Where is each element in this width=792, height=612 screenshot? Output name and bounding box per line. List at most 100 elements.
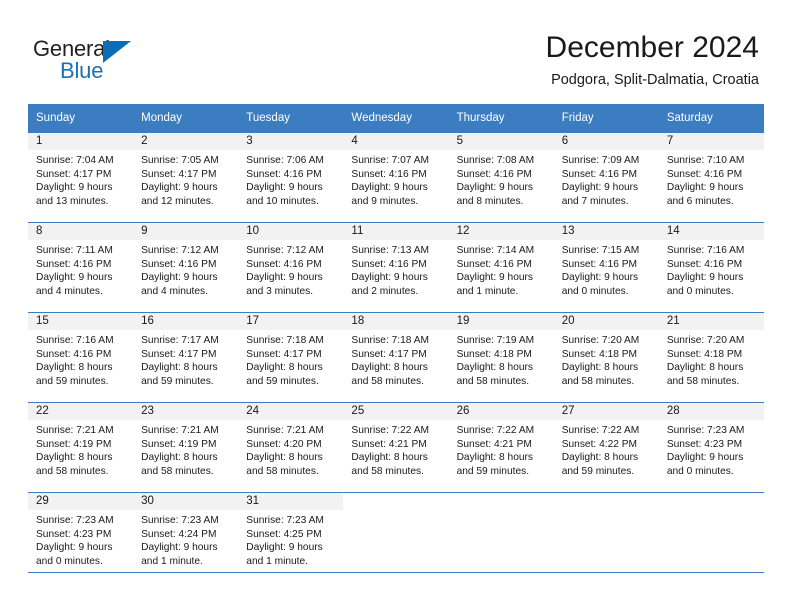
title-block: December 2024 Podgora, Split-Dalmatia, C… [299,30,759,89]
day-cell[interactable]: 20 Sunrise: 7:20 AM Sunset: 4:18 PM Dayl… [553,312,659,403]
day-cell[interactable]: 21 Sunrise: 7:20 AM Sunset: 4:18 PM Dayl… [658,312,764,403]
daylight-line2: and 4 minutes. [141,285,208,297]
page-header: General Blue December 2024 Podgora, Spli… [0,0,792,100]
daylight-line1: Daylight: 9 hours [666,452,744,464]
day-cell[interactable]: 18 Sunrise: 7:18 AM Sunset: 4:17 PM Dayl… [343,312,449,403]
day-details: Sunrise: 7:15 AM Sunset: 4:16 PM Dayligh… [554,240,659,298]
day-number: 12 [448,223,554,240]
daylight-line1: Daylight: 9 hours [246,272,323,284]
blue-flag-icon [103,41,131,63]
daylight-line1: Daylight: 9 hours [36,272,113,284]
day-number: 14 [658,223,764,240]
daylight-line2: and 58 minutes. [246,465,319,477]
daylight-line2: and 58 minutes. [561,375,635,387]
day-number: 24 [238,403,344,420]
sunset-text: Sunset: 4:17 PM [141,348,217,360]
daylight-line1: Daylight: 9 hours [561,272,639,284]
sunset-text: Sunset: 4:16 PM [36,348,112,360]
daylight-line2: and 12 minutes. [141,195,214,207]
day-cell[interactable]: 8 Sunrise: 7:11 AM Sunset: 4:16 PM Dayli… [28,222,134,313]
day-details: Sunrise: 7:09 AM Sunset: 4:16 PM Dayligh… [554,150,659,208]
day-cell[interactable]: 31 Sunrise: 7:23 AM Sunset: 4:25 PM Dayl… [238,492,344,583]
sunrise-text: Sunrise: 7:19 AM [456,335,535,346]
daylight-line2: and 59 minutes. [456,465,530,477]
day-cell[interactable]: 7 Sunrise: 7:10 AM Sunset: 4:16 PM Dayli… [658,132,764,223]
day-cell[interactable]: 24 Sunrise: 7:21 AM Sunset: 4:20 PM Dayl… [238,402,344,493]
day-cell[interactable]: 12 Sunrise: 7:14 AM Sunset: 4:16 PM Dayl… [448,222,554,313]
day-cell[interactable]: 6 Sunrise: 7:09 AM Sunset: 4:16 PM Dayli… [553,132,659,223]
general-blue-logo[interactable]: General Blue [33,36,203,84]
weekday-header-thursday: Thursday [448,104,554,133]
day-cell[interactable]: 13 Sunrise: 7:15 AM Sunset: 4:16 PM Dayl… [553,222,659,313]
day-cell[interactable]: 5 Sunrise: 7:08 AM Sunset: 4:16 PM Dayli… [448,132,554,223]
sunset-text: Sunset: 4:16 PM [351,258,427,270]
sunset-text: Sunset: 4:16 PM [666,258,743,270]
sunset-text: Sunset: 4:18 PM [561,348,638,360]
daylight-line1: Daylight: 8 hours [561,452,639,464]
sunrise-text: Sunrise: 7:20 AM [666,335,745,346]
sunset-text: Sunset: 4:20 PM [246,438,322,450]
week-row: 22 Sunrise: 7:21 AM Sunset: 4:19 PM Dayl… [28,402,764,493]
daylight-line1: Daylight: 8 hours [666,362,744,374]
day-cell[interactable]: 29 Sunrise: 7:23 AM Sunset: 4:23 PM Dayl… [28,492,134,583]
day-number: 27 [553,403,659,420]
daylight-line2: and 59 minutes. [141,375,214,387]
sunset-text: Sunset: 4:17 PM [351,348,427,360]
day-details: Sunrise: 7:17 AM Sunset: 4:17 PM Dayligh… [133,330,238,388]
day-cell-empty [448,492,554,583]
day-cell[interactable]: 14 Sunrise: 7:16 AM Sunset: 4:16 PM Dayl… [658,222,764,313]
day-number: 21 [658,313,764,330]
day-cell[interactable]: 28 Sunrise: 7:23 AM Sunset: 4:23 PM Dayl… [658,402,764,493]
daylight-line2: and 0 minutes. [561,285,629,297]
daylight-line2: and 3 minutes. [246,285,314,297]
daylight-line1: Daylight: 9 hours [246,182,323,194]
sunset-text: Sunset: 4:21 PM [351,438,427,450]
day-cell[interactable]: 11 Sunrise: 7:13 AM Sunset: 4:16 PM Dayl… [343,222,449,313]
sunset-text: Sunset: 4:16 PM [456,258,532,270]
day-cell[interactable]: 2 Sunrise: 7:05 AM Sunset: 4:17 PM Dayli… [133,132,239,223]
day-cell[interactable]: 16 Sunrise: 7:17 AM Sunset: 4:17 PM Dayl… [133,312,239,403]
day-cell[interactable]: 27 Sunrise: 7:22 AM Sunset: 4:22 PM Dayl… [553,402,659,493]
day-number: 29 [28,493,134,510]
sunrise-text: Sunrise: 7:23 AM [246,515,324,526]
day-details: Sunrise: 7:22 AM Sunset: 4:21 PM Dayligh… [343,420,448,478]
day-cell[interactable]: 1 Sunrise: 7:04 AM Sunset: 4:17 PM Dayli… [28,132,134,223]
sunrise-text: Sunrise: 7:16 AM [666,245,745,256]
day-details: Sunrise: 7:21 AM Sunset: 4:20 PM Dayligh… [238,420,343,478]
day-cell-empty [553,492,659,583]
day-number: 20 [553,313,659,330]
day-cell[interactable]: 26 Sunrise: 7:22 AM Sunset: 4:21 PM Dayl… [448,402,554,493]
daylight-line2: and 0 minutes. [36,555,103,567]
day-cell[interactable]: 3 Sunrise: 7:06 AM Sunset: 4:16 PM Dayli… [238,132,344,223]
day-number: 16 [133,313,239,330]
sunrise-text: Sunrise: 7:08 AM [456,155,535,166]
grid-bottom-border [28,572,764,573]
day-number: 15 [28,313,134,330]
sunset-text: Sunset: 4:19 PM [141,438,217,450]
daylight-line2: and 58 minutes. [666,375,740,387]
sunrise-text: Sunrise: 7:18 AM [246,335,324,346]
day-cell[interactable]: 4 Sunrise: 7:07 AM Sunset: 4:16 PM Dayli… [343,132,449,223]
day-cell[interactable]: 23 Sunrise: 7:21 AM Sunset: 4:19 PM Dayl… [133,402,239,493]
day-details: Sunrise: 7:23 AM Sunset: 4:25 PM Dayligh… [238,510,343,568]
logo-text-blue: Blue [60,58,104,83]
daylight-line2: and 59 minutes. [561,465,635,477]
day-number: 30 [133,493,239,510]
day-cell[interactable]: 17 Sunrise: 7:18 AM Sunset: 4:17 PM Dayl… [238,312,344,403]
day-details: Sunrise: 7:08 AM Sunset: 4:16 PM Dayligh… [449,150,554,208]
daylight-line2: and 0 minutes. [666,465,734,477]
day-cell[interactable]: 19 Sunrise: 7:19 AM Sunset: 4:18 PM Dayl… [448,312,554,403]
day-cell[interactable]: 25 Sunrise: 7:22 AM Sunset: 4:21 PM Dayl… [343,402,449,493]
day-cell[interactable]: 9 Sunrise: 7:12 AM Sunset: 4:16 PM Dayli… [133,222,239,313]
daylight-line1: Daylight: 9 hours [456,182,534,194]
daylight-line1: Daylight: 8 hours [141,362,218,374]
day-cell[interactable]: 22 Sunrise: 7:21 AM Sunset: 4:19 PM Dayl… [28,402,134,493]
daylight-line1: Daylight: 9 hours [141,182,218,194]
sunrise-text: Sunrise: 7:17 AM [141,335,219,346]
daylight-line1: Daylight: 9 hours [36,542,113,554]
day-cell[interactable]: 15 Sunrise: 7:16 AM Sunset: 4:16 PM Dayl… [28,312,134,403]
daylight-line1: Daylight: 8 hours [141,452,218,464]
sunrise-text: Sunrise: 7:13 AM [351,245,430,256]
day-cell[interactable]: 10 Sunrise: 7:12 AM Sunset: 4:16 PM Dayl… [238,222,344,313]
day-cell[interactable]: 30 Sunrise: 7:23 AM Sunset: 4:24 PM Dayl… [133,492,239,583]
